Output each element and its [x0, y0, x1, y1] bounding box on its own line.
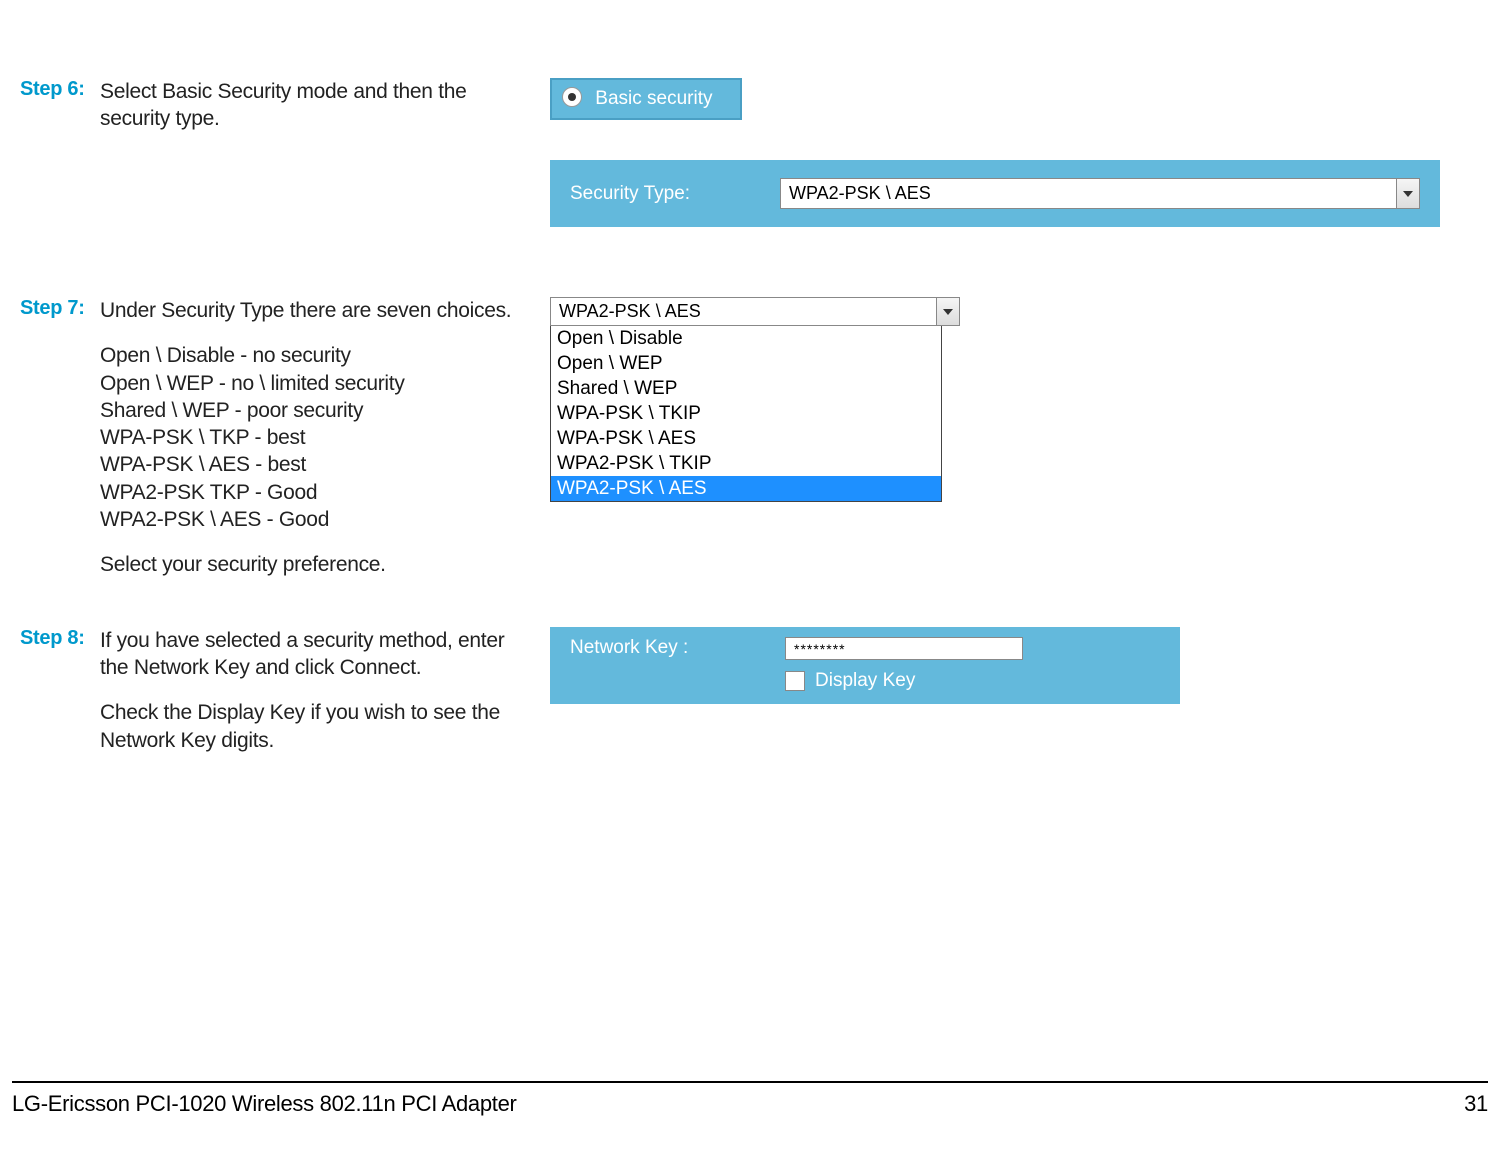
step-6-text: Select Basic Security mode and then the …	[100, 78, 530, 151]
step-8-description-1: If you have selected a security method, …	[100, 627, 530, 682]
step-7-choice-3: Shared \ WEP - poor security	[100, 397, 530, 424]
basic-security-radio-box[interactable]: Basic security	[550, 78, 742, 120]
step-8-illustration: Network Key : ******** Display Key	[530, 627, 1480, 704]
step-7-choice-1: Open \ Disable - no security	[100, 342, 530, 369]
display-key-label: Display Key	[815, 670, 915, 692]
step-6-row: Step 6: Select Basic Security mode and t…	[20, 0, 1480, 227]
step-7-outro: Select your security preference.	[100, 551, 530, 578]
security-type-option-list: Open \ Disable Open \ WEP Shared \ WEP W…	[550, 326, 942, 502]
step-7-illustration: WPA2-PSK \ AES Open \ Disable Open \ WEP…	[530, 297, 1480, 502]
network-key-label: Network Key :	[570, 637, 785, 659]
basic-security-label: Basic security	[595, 88, 712, 109]
step-8-text: If you have selected a security method, …	[100, 627, 530, 772]
step-7-label: Step 7:	[20, 297, 100, 320]
step-7-choice-4: WPA-PSK \ TKP - best	[100, 424, 530, 451]
option-wpa-psk-aes[interactable]: WPA-PSK \ AES	[551, 426, 941, 451]
step-8-label: Step 8:	[20, 627, 100, 650]
step-6-description: Select Basic Security mode and then the …	[100, 78, 530, 133]
footer-page-number: 31	[1464, 1091, 1488, 1117]
security-type-open-dropdown[interactable]: WPA2-PSK \ AES	[550, 297, 960, 326]
network-key-input[interactable]: ********	[785, 637, 1023, 660]
step-7-intro: Under Security Type there are seven choi…	[100, 297, 530, 324]
step-8-description-2: Check the Display Key if you wish to see…	[100, 699, 530, 754]
step-7-choice-2: Open \ WEP - no \ limited security	[100, 370, 530, 397]
step-6-illustration: Basic security Security Type: WPA2-PSK \…	[530, 78, 1480, 227]
option-wpa-psk-tkip[interactable]: WPA-PSK \ TKIP	[551, 401, 941, 426]
step-8-row: Step 8: If you have selected a security …	[20, 597, 1480, 772]
network-key-panel: Network Key : ******** Display Key	[550, 627, 1180, 704]
security-type-bar: Security Type: WPA2-PSK \ AES	[550, 160, 1440, 227]
chevron-down-icon	[1396, 179, 1419, 208]
chevron-down-icon	[936, 298, 959, 325]
option-wpa2-psk-aes[interactable]: WPA2-PSK \ AES	[551, 476, 941, 501]
radio-selected-icon	[562, 87, 582, 107]
security-type-dropdown-value: WPA2-PSK \ AES	[781, 179, 1396, 208]
security-type-dropdown[interactable]: WPA2-PSK \ AES	[780, 178, 1420, 209]
option-open-wep[interactable]: Open \ WEP	[551, 351, 941, 376]
security-type-open-dropdown-value: WPA2-PSK \ AES	[551, 298, 936, 325]
footer-product-name: LG-Ericsson PCI-1020 Wireless 802.11n PC…	[12, 1091, 517, 1117]
step-7-text: Under Security Type there are seven choi…	[100, 297, 530, 597]
step-6-label: Step 6:	[20, 78, 100, 101]
step-7-choice-7: WPA2-PSK \ AES - Good	[100, 506, 530, 533]
page-footer: LG-Ericsson PCI-1020 Wireless 802.11n PC…	[12, 1081, 1488, 1117]
step-7-row: Step 7: Under Security Type there are se…	[20, 227, 1480, 597]
security-type-label: Security Type:	[570, 183, 780, 205]
step-7-choice-6: WPA2-PSK TKP - Good	[100, 479, 530, 506]
display-key-checkbox[interactable]	[785, 671, 805, 691]
option-wpa2-psk-tkip[interactable]: WPA2-PSK \ TKIP	[551, 451, 941, 476]
step-7-choice-5: WPA-PSK \ AES - best	[100, 451, 530, 478]
option-open-disable[interactable]: Open \ Disable	[551, 326, 941, 351]
option-shared-wep[interactable]: Shared \ WEP	[551, 376, 941, 401]
